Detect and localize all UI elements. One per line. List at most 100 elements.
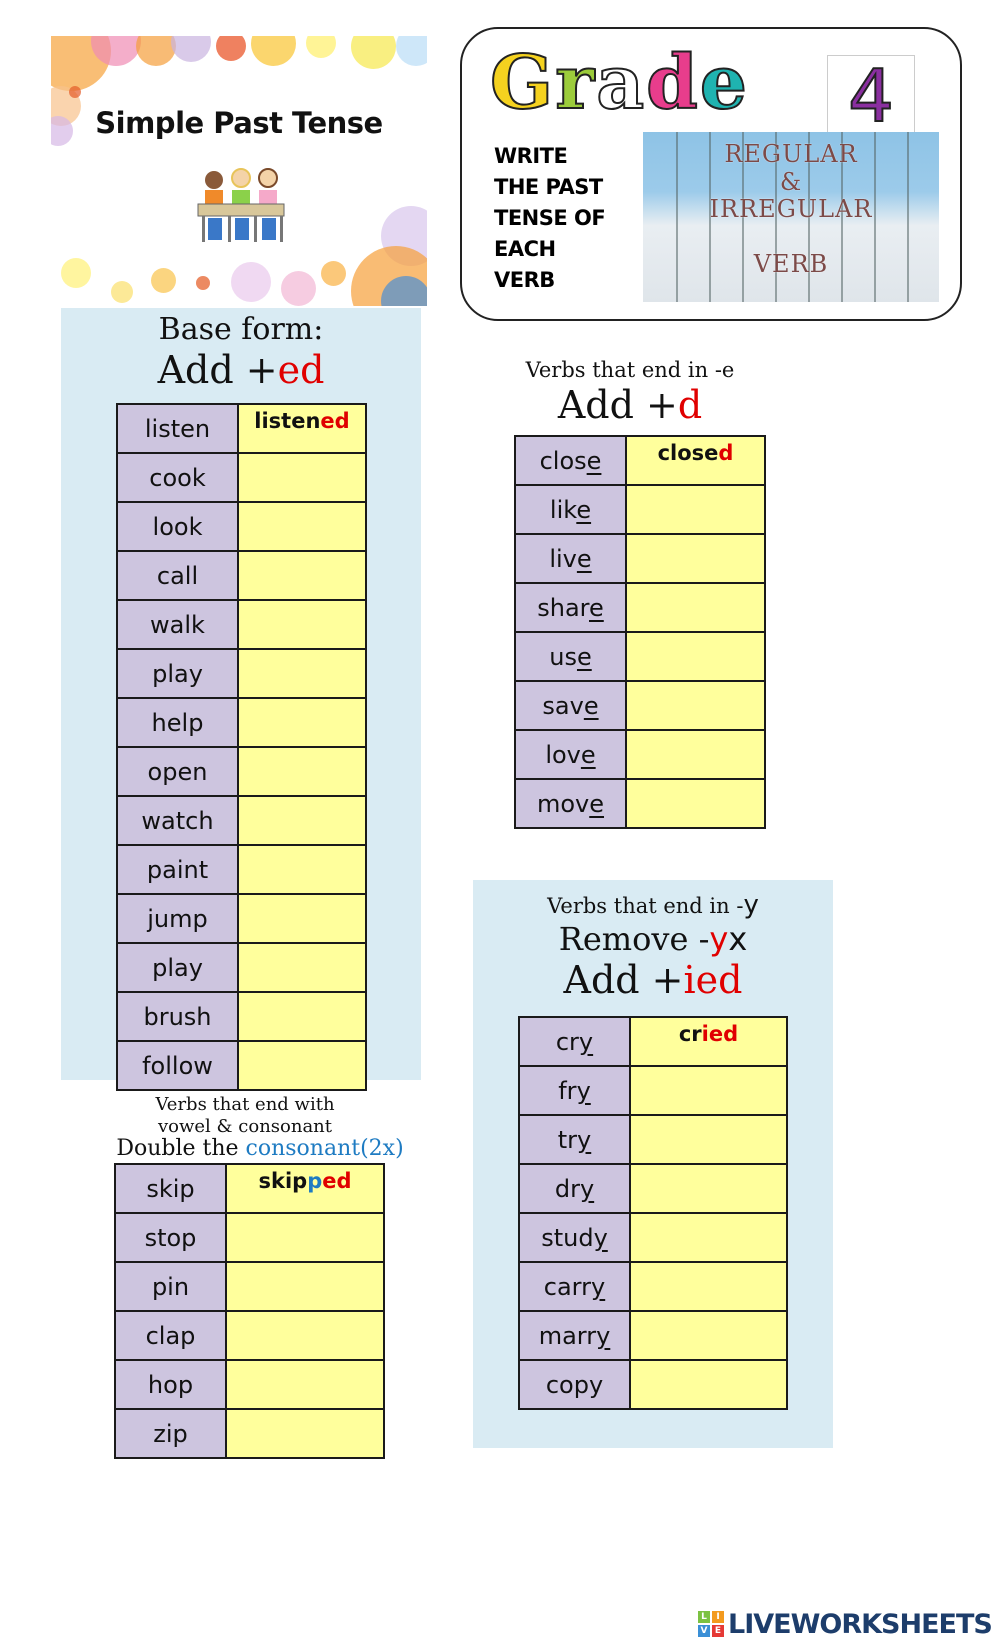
verb-row: marry: [518, 1310, 788, 1361]
past-tense-answer-cell[interactable]: [625, 680, 766, 731]
past-tense-input[interactable]: [243, 605, 361, 631]
past-tense-answer-cell[interactable]: [237, 893, 367, 944]
past-tense-answer-cell[interactable]: [625, 778, 766, 829]
heading-ending: d: [677, 383, 703, 427]
past-tense-input[interactable]: [631, 539, 760, 565]
past-tense-answer-cell[interactable]: [225, 1408, 385, 1459]
past-tense-input[interactable]: [631, 588, 760, 614]
past-tense-input[interactable]: [631, 686, 760, 712]
grade-letter: a: [595, 40, 647, 126]
past-tense-answer-cell[interactable]: [237, 452, 367, 503]
past-tense-answer-cell[interactable]: [237, 648, 367, 699]
past-tense-answer-cell[interactable]: [237, 550, 367, 601]
past-tense-answer-cell[interactable]: [625, 631, 766, 682]
verb-row: try: [518, 1114, 788, 1165]
wood-text-regular: REGULAR: [724, 140, 858, 168]
past-tense-input[interactable]: [631, 784, 760, 810]
past-tense-answer-cell[interactable]: [237, 795, 367, 846]
past-tense-answer-cell[interactable]: [629, 1065, 788, 1116]
past-tense-answer-cell[interactable]: [629, 1212, 788, 1263]
past-tense-input[interactable]: [631, 637, 760, 663]
past-tense-answer-cell[interactable]: [625, 729, 766, 780]
past-tense-input[interactable]: [232, 1414, 378, 1440]
past-tense-answer-cell[interactable]: [237, 599, 367, 650]
verb-row: cry cried: [518, 1016, 788, 1067]
past-tense-answer-cell[interactable]: [629, 1163, 788, 1214]
past-tense-answer-cell[interactable]: [625, 533, 766, 584]
base-verb: listen: [144, 414, 211, 443]
heading-prefix: Add +: [157, 348, 278, 392]
past-tense-answer-cell[interactable]: [237, 501, 367, 552]
past-tense-input[interactable]: [232, 1218, 378, 1244]
base-verb-cell: use: [514, 631, 627, 682]
example-stem: listen: [254, 409, 321, 433]
base-verb-cell: fry: [518, 1065, 631, 1116]
base-verb-cell: follow: [116, 1040, 239, 1091]
past-tense-input[interactable]: [243, 752, 361, 778]
past-tense-input[interactable]: [243, 458, 361, 484]
base-verb-stem: fr: [558, 1076, 577, 1105]
past-tense-answer-cell[interactable]: [237, 991, 367, 1042]
base-verb-cell: save: [514, 680, 627, 731]
past-tense-input[interactable]: [243, 654, 361, 680]
past-tense-answer-cell[interactable]: [625, 484, 766, 535]
past-tense-answer-cell[interactable]: [625, 582, 766, 633]
past-tense-input[interactable]: [243, 507, 361, 533]
past-tense-input[interactable]: [243, 703, 361, 729]
past-tense-input[interactable]: [631, 490, 760, 516]
past-tense-input[interactable]: [232, 1365, 378, 1391]
past-tense-answer-cell[interactable]: [237, 746, 367, 797]
base-verb-cell: play: [116, 648, 239, 699]
past-tense-input[interactable]: [243, 997, 361, 1023]
past-tense-input[interactable]: [636, 1169, 781, 1195]
past-tense-answer-cell[interactable]: [629, 1359, 788, 1410]
past-tense-answer-cell[interactable]: [225, 1212, 385, 1263]
heading-prefix: Double the: [116, 1136, 246, 1161]
past-tense-answer-cell[interactable]: [629, 1310, 788, 1361]
past-tense-answer-cell[interactable]: [237, 844, 367, 895]
past-tense-answer-cell[interactable]: [225, 1310, 385, 1361]
double-consonant-subheading-1: Verbs that end with: [155, 1094, 335, 1115]
past-tense-input[interactable]: [636, 1071, 781, 1097]
past-tense-input[interactable]: [631, 735, 760, 761]
past-tense-input[interactable]: [636, 1120, 781, 1146]
past-tense-input[interactable]: [243, 899, 361, 925]
past-tense-input[interactable]: [636, 1218, 781, 1244]
base-verb-cell: dry: [518, 1163, 631, 1214]
add-ed-heading: Add +ed: [61, 348, 421, 392]
base-verb-cell: listen: [116, 403, 239, 454]
base-verb-cell: skip: [114, 1163, 227, 1214]
past-tense-answer-cell[interactable]: [629, 1261, 788, 1312]
past-tense-input[interactable]: [232, 1267, 378, 1293]
base-verb-stem: shar: [537, 593, 589, 622]
past-tense-answer-cell[interactable]: [225, 1359, 385, 1410]
base-verb-ending: y: [576, 1076, 591, 1105]
past-tense-answer-cell: skipped: [225, 1163, 385, 1214]
liveworksheets-logo[interactable]: L I V E LIVEWORKSHEETS: [698, 1608, 993, 1640]
past-tense-answer-cell[interactable]: [237, 942, 367, 993]
past-tense-answer-cell[interactable]: [629, 1114, 788, 1165]
removed-y: y: [709, 920, 729, 958]
verb-row: skip skipped: [114, 1163, 385, 1214]
logo-text: LIVEWORKSHEETS: [728, 1608, 993, 1640]
past-tense-input[interactable]: [243, 948, 361, 974]
heading-prefix: Add +: [557, 383, 678, 427]
past-tense-answer-cell[interactable]: [237, 697, 367, 748]
base-verb: pin: [151, 1272, 190, 1301]
past-tense-answer-cell[interactable]: [237, 1040, 367, 1091]
past-tense-input[interactable]: [636, 1267, 781, 1293]
base-verb-cell: copy: [518, 1359, 631, 1410]
past-tense-input[interactable]: [243, 1046, 361, 1072]
end-in-e-table: close closed like live share use save love move: [514, 435, 766, 829]
double-consonant-table: skip skipped stop pin clap hop zip: [114, 1163, 385, 1459]
past-tense-input[interactable]: [636, 1316, 781, 1342]
past-tense-input[interactable]: [243, 556, 361, 582]
past-tense-input[interactable]: [243, 850, 361, 876]
base-verb-stem: tr: [557, 1125, 578, 1154]
past-tense-input[interactable]: [636, 1365, 781, 1391]
past-tense-input[interactable]: [243, 801, 361, 827]
past-tense-input[interactable]: [232, 1316, 378, 1342]
base-verb-stem: sav: [542, 691, 584, 720]
base-verb-cell: clap: [114, 1310, 227, 1361]
past-tense-answer-cell[interactable]: [225, 1261, 385, 1312]
